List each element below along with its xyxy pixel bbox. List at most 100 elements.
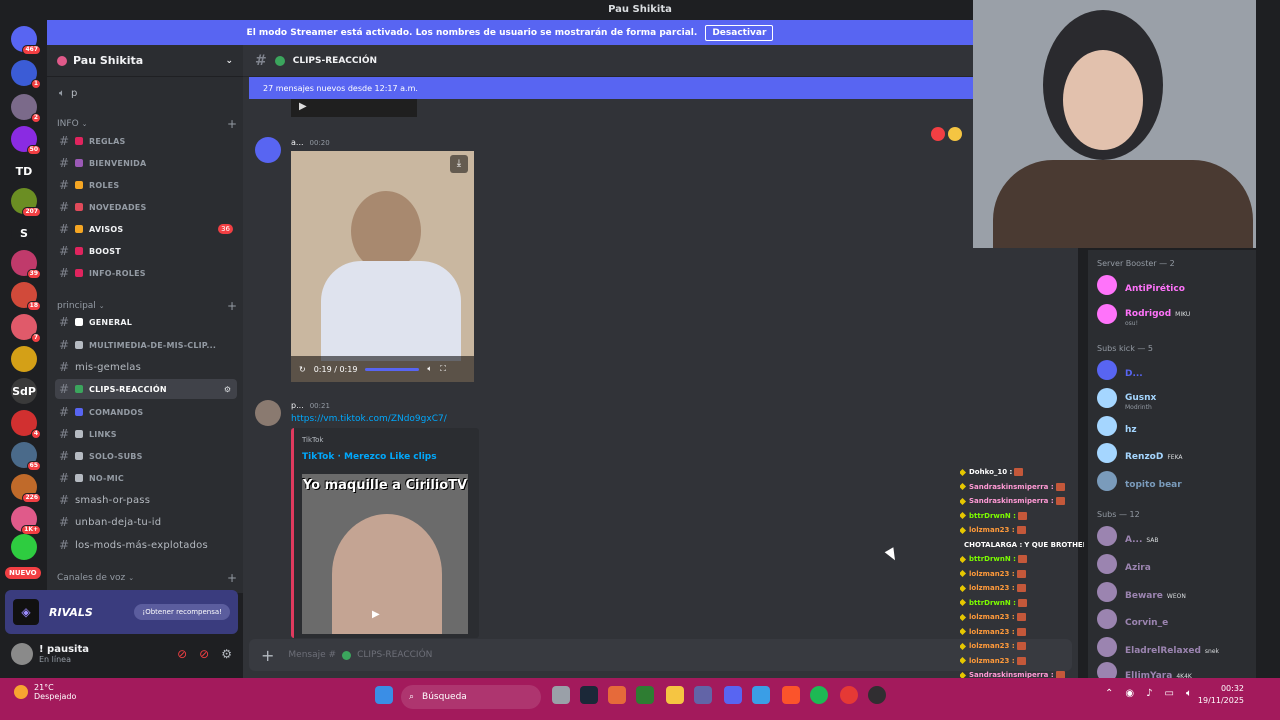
member-item[interactable]: ElJimYara 4K4K bbox=[1097, 660, 1255, 678]
discord-icon[interactable] bbox=[724, 686, 742, 704]
member-item[interactable]: Rodrigod MIKU osu! bbox=[1097, 302, 1255, 327]
message-author[interactable]: a... bbox=[291, 138, 304, 147]
video-progress[interactable] bbox=[365, 367, 420, 371]
claim-reward-button[interactable]: ¡Obtener recompensa! bbox=[134, 604, 230, 620]
channel-item[interactable]: # AVISOS 36 bbox=[55, 219, 237, 239]
member-item[interactable]: topito bear bbox=[1097, 469, 1255, 493]
gear-icon[interactable]: ⚙ bbox=[224, 385, 231, 394]
teams-icon[interactable] bbox=[694, 686, 712, 704]
add-attachment-icon[interactable]: + bbox=[261, 646, 274, 665]
task-view-icon[interactable] bbox=[552, 686, 570, 704]
member-item[interactable]: Beware WEON bbox=[1097, 580, 1255, 604]
mic-icon[interactable]: ♪ bbox=[1146, 688, 1152, 699]
server-icon[interactable]: 2 bbox=[11, 94, 41, 123]
server-icon[interactable]: 7 bbox=[11, 314, 41, 343]
gear-icon[interactable]: ⚙ bbox=[221, 647, 232, 661]
server-icon[interactable]: 467 bbox=[11, 26, 41, 55]
channel-item[interactable]: # smash-or-pass bbox=[55, 490, 237, 510]
member-item[interactable]: hz bbox=[1097, 414, 1255, 438]
taskbar-clock[interactable]: 00:32 19/11/2025 bbox=[1198, 683, 1244, 707]
brave-icon[interactable] bbox=[782, 686, 800, 704]
recording-app-icon[interactable] bbox=[840, 686, 858, 704]
minecraft-icon[interactable] bbox=[636, 686, 654, 704]
server-icon[interactable]: 1 bbox=[11, 60, 41, 89]
member-item[interactable]: AntiPirético bbox=[1097, 273, 1255, 297]
channel-item[interactable]: # CLIPS-REACCIÓN ⚙ bbox=[55, 379, 237, 399]
play-icon[interactable]: ▶ bbox=[372, 609, 380, 620]
member-item[interactable]: Gusnx Modrinth bbox=[1097, 386, 1255, 411]
deactivate-button[interactable]: Desactivar bbox=[705, 24, 774, 41]
channel-item[interactable]: # SOLO-SUBS bbox=[55, 446, 237, 466]
replay-icon[interactable]: ↻ bbox=[299, 365, 306, 374]
add-channel-icon[interactable]: + bbox=[227, 571, 237, 585]
member-item[interactable]: Azira bbox=[1097, 552, 1255, 576]
server-icon[interactable]: 207 bbox=[11, 188, 41, 217]
download-icon[interactable]: ⤓ bbox=[450, 155, 468, 173]
server-icon[interactable]: 1K+ bbox=[11, 506, 41, 535]
play-icon[interactable]: ▶ bbox=[299, 101, 307, 112]
chevron-down-icon[interactable]: ⌄ bbox=[225, 56, 233, 66]
member-item[interactable]: Corvin_e bbox=[1097, 607, 1255, 631]
obs-icon[interactable] bbox=[868, 686, 886, 704]
wifi-icon[interactable]: ◉ bbox=[1125, 688, 1134, 699]
server-icon[interactable]: TD bbox=[11, 158, 37, 184]
steam-icon[interactable] bbox=[580, 686, 598, 704]
video-attachment[interactable]: ⤓ ↻ 0:19 / 0:19 🔈︎ ⛶ bbox=[291, 151, 474, 382]
add-channel-icon[interactable]: + bbox=[227, 299, 237, 313]
server-icon[interactable] bbox=[11, 346, 37, 372]
fullscreen-icon[interactable]: ⛶ bbox=[440, 364, 446, 374]
channel-item[interactable]: # INFO-ROLES bbox=[55, 263, 237, 283]
taskbar-search[interactable]: ⌕ Búsqueda bbox=[401, 685, 541, 709]
network-icon[interactable]: ▭ bbox=[1165, 688, 1174, 699]
channel-item[interactable]: # BOOST bbox=[55, 241, 237, 261]
message-composer[interactable]: + Mensaje # CLIPS-REACCIÓN bbox=[249, 639, 1072, 671]
channel-item[interactable]: # unban-deja-tu-id bbox=[55, 512, 237, 532]
file-explorer-icon[interactable] bbox=[666, 686, 684, 704]
emoji-reaction-icon[interactable] bbox=[948, 127, 962, 141]
embed-thumbnail[interactable]: Yo maquille a CirilioTV ▶ bbox=[302, 474, 468, 634]
channel-item[interactable]: # ROLES bbox=[55, 175, 237, 195]
server-icon[interactable]: 18 bbox=[11, 282, 41, 311]
server-icon[interactable]: SdP bbox=[11, 378, 37, 404]
new-messages-bar[interactable]: 27 mensajes nuevos desde 12:17 a.m. bbox=[249, 77, 975, 99]
server-icon[interactable]: 4 bbox=[11, 410, 41, 439]
server-icon[interactable]: 226 bbox=[11, 474, 41, 503]
start-icon[interactable] bbox=[375, 686, 393, 704]
guild-header[interactable]: Pau Shikita ⌄ bbox=[47, 45, 243, 77]
avatar[interactable] bbox=[255, 400, 281, 426]
heart-reaction-icon[interactable] bbox=[931, 127, 945, 141]
server-icon[interactable]: 50 bbox=[11, 126, 41, 155]
channel-item[interactable]: # REGLAS bbox=[55, 131, 237, 151]
category-principal[interactable]: principal ⌄ + bbox=[57, 299, 237, 313]
channel-item[interactable]: # los-mods-más-explotados bbox=[55, 535, 237, 555]
message-author[interactable]: p... bbox=[291, 401, 304, 410]
avatar[interactable] bbox=[11, 642, 33, 665]
server-icon[interactable]: 39 bbox=[11, 250, 41, 279]
channel-item[interactable]: # BIENVENIDA bbox=[55, 153, 237, 173]
tiktok-link[interactable]: https://vm.tiktok.com/ZNdo9gxC7/ bbox=[291, 414, 447, 424]
channel-item[interactable]: # COMANDOS bbox=[55, 402, 237, 422]
channel-item[interactable]: # NO-MIC bbox=[55, 468, 237, 488]
browser-icon[interactable] bbox=[752, 686, 770, 704]
category-info[interactable]: INFO ⌄ + bbox=[57, 117, 237, 131]
office-icon[interactable] bbox=[608, 686, 626, 704]
chevron-up-icon[interactable]: ⌃ bbox=[1105, 688, 1113, 699]
deafen-icon[interactable]: ⊘ bbox=[199, 647, 209, 661]
volume-icon[interactable]: 🔈︎ bbox=[1186, 688, 1192, 699]
server-icon[interactable] bbox=[11, 534, 37, 560]
promo-banner[interactable]: ◈ RIVALS ¡Obtener recompensa! bbox=[5, 590, 238, 634]
spotify-icon[interactable] bbox=[810, 686, 828, 704]
add-channel-icon[interactable]: + bbox=[227, 117, 237, 131]
channel-item[interactable]: # mis-gemelas bbox=[55, 357, 237, 377]
previous-video-controls[interactable]: ▶ bbox=[291, 99, 417, 117]
member-item[interactable]: A... SAB bbox=[1097, 524, 1255, 548]
channel-item[interactable]: # NOVEDADES bbox=[55, 197, 237, 217]
channel-item[interactable]: # MULTIMEDIA-DE-MIS-CLIP... bbox=[55, 335, 237, 355]
server-icon[interactable]: 65 bbox=[11, 442, 41, 471]
category-voice[interactable]: Canales de voz ⌄ + bbox=[57, 571, 237, 585]
channel-item[interactable]: # GENERAL bbox=[55, 312, 237, 332]
embed-title[interactable]: TikTok · Merezco Like clips bbox=[302, 452, 479, 462]
channel-p[interactable]: 🔈︎ p bbox=[55, 83, 237, 103]
member-item[interactable]: RenzoD FEKA bbox=[1097, 441, 1255, 465]
server-icon[interactable]: S bbox=[11, 220, 37, 246]
